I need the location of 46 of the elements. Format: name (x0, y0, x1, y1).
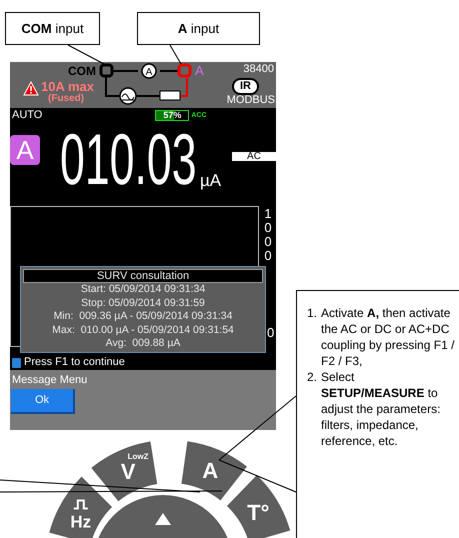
warning-icon (23, 81, 39, 96)
dialog-line: Max: 010.00 µA - 05/09/2014 09:31:54 (51, 324, 235, 337)
key-label: V (120, 458, 136, 484)
dialog-line: Stop: 05/09/2014 09:31:59 (80, 296, 206, 310)
dialog-line: Min: 009.36 µA - 05/09/2014 09:31:34 (52, 310, 234, 324)
input-label: COM (68, 65, 96, 77)
leader-line (68, 44, 104, 64)
protocol-label: MODBUS (226, 95, 275, 106)
battery-indicator: 57% (155, 110, 190, 120)
measurement-value: 010.03 (60, 120, 197, 200)
key-label: A (202, 458, 218, 484)
leader-line (170, 44, 182, 64)
input-label: A (195, 64, 204, 77)
ammeter-symbol: A (146, 67, 152, 78)
ir-badge: IR (232, 78, 259, 95)
key-sublabel: LowZ (128, 452, 149, 461)
dialog-line: Avg: 009.88 µA (104, 337, 182, 350)
current-limit: 10A max (41, 80, 94, 93)
list-number: 2. (307, 369, 318, 386)
dialog-line: Start: 05/09/2014 09:31:34 (80, 283, 206, 296)
coupling-tag: AC (232, 152, 276, 161)
info-icon (12, 358, 21, 368)
function-badge: A (10, 135, 40, 165)
scale-label: 1000 (263, 207, 273, 263)
list-number: 1. (307, 305, 318, 322)
instruction-text: Activate A, then activate the AC or DC or AC+DC coupling by pressing F1 / F2 / F3, (321, 305, 456, 369)
range-mode: AUTO (12, 110, 42, 120)
key-label: T° (247, 500, 270, 525)
key-label: Hz (70, 512, 92, 532)
scale-label: 0 (267, 326, 274, 339)
menu-title: Message Menu (12, 373, 88, 387)
instruction-text: Select SETUP/MEASURE to adjust the parameters: filters, impedance, reference, etc. (321, 369, 442, 449)
callout-label: A input (137, 12, 260, 45)
fuse-note: (Fused) (48, 94, 84, 104)
hint-text: Press F1 to continue (24, 357, 125, 368)
dial-key[interactable] (226, 475, 290, 538)
dial-key[interactable] (49, 476, 112, 538)
square-wave-icon (74, 500, 88, 510)
baud-rate: 38400 (243, 64, 274, 75)
dial-key[interactable] (91, 442, 158, 502)
dial-key[interactable] (181, 441, 247, 500)
callout-label: COM input (5, 12, 100, 45)
unit-label: µA (200, 172, 222, 189)
dialog-title: SURV consultation (23, 269, 263, 283)
up-arrow-icon (155, 513, 171, 525)
ok-button[interactable]: Ok (11, 389, 75, 414)
